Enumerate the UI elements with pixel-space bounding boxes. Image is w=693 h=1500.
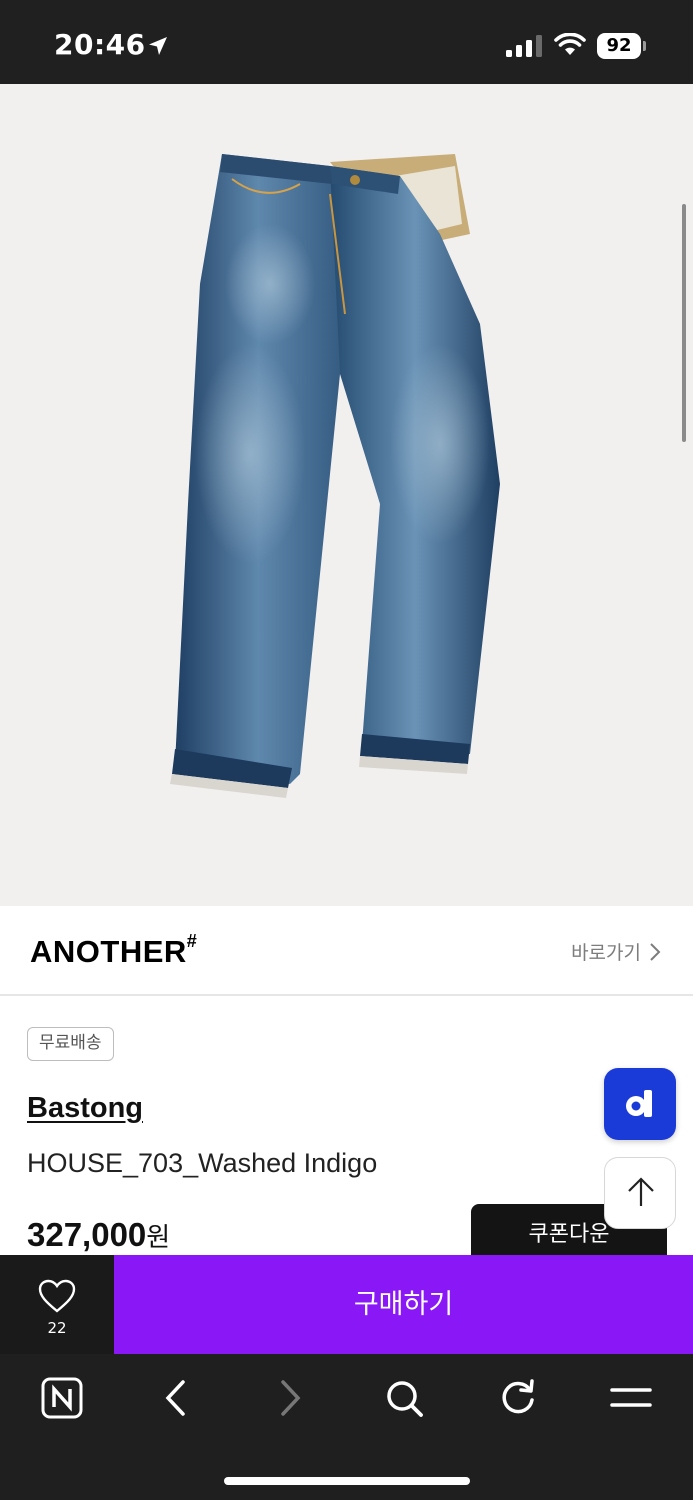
chevron-right-icon [650,942,661,961]
forward-arrow-icon[interactable] [268,1376,312,1420]
product-price: 327,000 [27,1216,147,1253]
cellular-signal-icon [506,35,542,57]
battery-cap [643,41,646,51]
brand-logo-mark: # [186,930,198,951]
brand-row[interactable]: ANOTHER# 바로가기 [0,906,693,996]
purchase-bar: 22 구매하기 [0,1255,693,1354]
home-indicator[interactable] [224,1477,470,1485]
status-time: 20:46 [54,28,146,61]
status-bar: 20:46 92 [0,0,693,84]
free-shipping-badge: 무료배송 [27,1027,114,1061]
wifi-icon [554,33,586,55]
brand-logo-text: ANOTHER [30,934,187,969]
like-count: 22 [47,1319,67,1337]
heart-icon [38,1279,76,1313]
like-button[interactable]: 22 [0,1255,114,1354]
back-arrow-icon[interactable] [154,1376,198,1420]
buy-button[interactable]: 구매하기 [114,1255,693,1354]
floating-d-button[interactable] [604,1068,676,1140]
arrow-up-icon [628,1177,654,1206]
menu-icon[interactable] [609,1376,653,1420]
refresh-icon[interactable] [496,1376,540,1420]
battery-level: 92 [597,33,641,59]
battery-indicator: 92 [597,33,647,59]
location-arrow-icon [149,37,167,55]
brand-shortcut-link[interactable]: 바로가기 [571,938,661,965]
product-image[interactable] [0,84,693,906]
brand-logo: ANOTHER# [30,930,198,970]
brand-shortcut-label: 바로가기 [571,942,641,964]
scroll-to-top-button[interactable] [604,1157,676,1229]
price-unit: 원 [146,1223,171,1253]
price-row: 327,000 원 [27,1216,170,1256]
d-logo-icon [626,1090,652,1117]
search-icon[interactable] [382,1376,426,1420]
product-name: HOUSE_703_Washed Indigo [27,1148,378,1178]
jeans-photo [170,154,500,798]
image-scrollbar[interactable] [682,204,686,442]
store-name-link[interactable]: Bastong [27,1092,143,1125]
naver-home-icon[interactable] [40,1376,84,1420]
